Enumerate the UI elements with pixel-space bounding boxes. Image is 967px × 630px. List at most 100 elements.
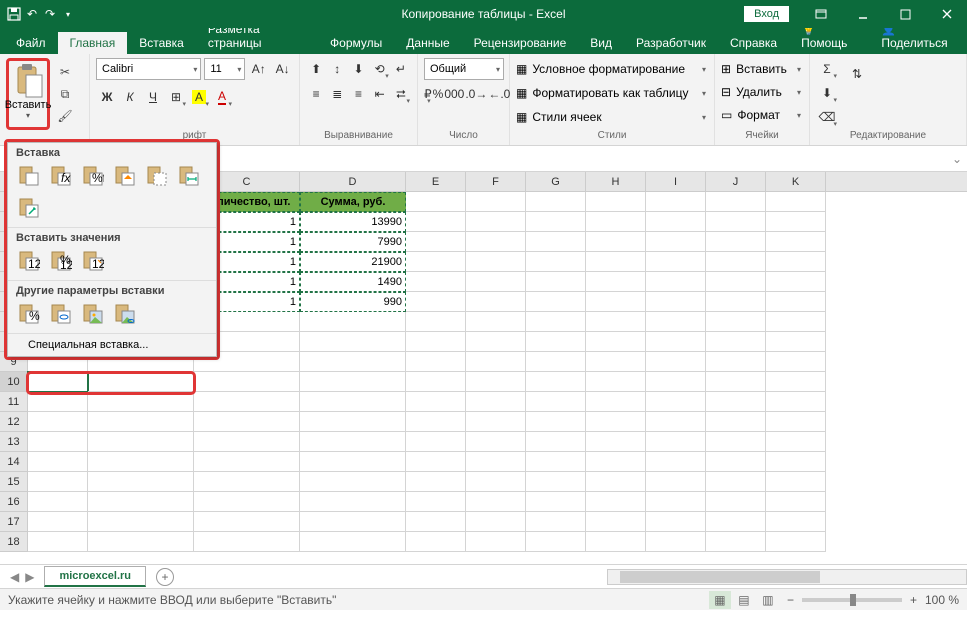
- col-header[interactable]: E: [406, 172, 466, 191]
- cell[interactable]: [526, 472, 586, 492]
- paste-values-icon[interactable]: 123: [16, 248, 42, 274]
- cell[interactable]: [466, 232, 526, 252]
- currency-icon[interactable]: ₽: [424, 83, 432, 105]
- cut-icon[interactable]: ✂: [55, 63, 75, 81]
- cell[interactable]: [766, 252, 826, 272]
- cell[interactable]: [466, 432, 526, 452]
- decrease-indent-icon[interactable]: ⇤: [370, 83, 390, 105]
- cell[interactable]: [706, 512, 766, 532]
- cell[interactable]: 7990: [300, 232, 406, 252]
- cell[interactable]: [88, 532, 194, 552]
- sheet-tab[interactable]: microexcel.ru: [44, 566, 146, 587]
- normal-view-icon[interactable]: ▦: [709, 591, 731, 609]
- cell[interactable]: [466, 532, 526, 552]
- cell[interactable]: [406, 392, 466, 412]
- cell[interactable]: [586, 332, 646, 352]
- cell[interactable]: [526, 272, 586, 292]
- align-center-icon[interactable]: ≣: [327, 83, 347, 105]
- col-header[interactable]: F: [466, 172, 526, 191]
- row-header[interactable]: 16: [0, 492, 28, 512]
- tab-home[interactable]: Главная: [58, 32, 128, 54]
- page-break-view-icon[interactable]: ▥: [757, 591, 779, 609]
- cell[interactable]: [706, 192, 766, 212]
- maximize-icon[interactable]: [885, 0, 925, 28]
- conditional-formatting-button[interactable]: ▦Условное форматирование: [516, 58, 708, 80]
- cell[interactable]: [88, 492, 194, 512]
- row-header[interactable]: 17: [0, 512, 28, 532]
- cell[interactable]: [586, 472, 646, 492]
- cell[interactable]: [88, 392, 194, 412]
- cell[interactable]: [194, 492, 300, 512]
- cell[interactable]: [28, 452, 88, 472]
- tab-view[interactable]: Вид: [578, 32, 624, 54]
- row-header[interactable]: 14: [0, 452, 28, 472]
- cell[interactable]: 21900: [300, 252, 406, 272]
- cell[interactable]: [88, 472, 194, 492]
- cell[interactable]: [646, 192, 706, 212]
- cell[interactable]: 990: [300, 292, 406, 312]
- cell[interactable]: [526, 292, 586, 312]
- cell[interactable]: [526, 312, 586, 332]
- cell[interactable]: [526, 512, 586, 532]
- cell[interactable]: [766, 352, 826, 372]
- cell[interactable]: [646, 292, 706, 312]
- number-format-combo[interactable]: Общий: [424, 58, 504, 80]
- font-name-combo[interactable]: Calibri: [96, 58, 201, 80]
- zoom-out-icon[interactable]: −: [787, 593, 794, 607]
- cell[interactable]: [466, 332, 526, 352]
- row-header[interactable]: 12: [0, 412, 28, 432]
- paste-all-icon[interactable]: [16, 163, 42, 189]
- cell[interactable]: [706, 252, 766, 272]
- zoom-in-icon[interactable]: +: [910, 593, 917, 607]
- tab-file[interactable]: Файл: [4, 32, 58, 54]
- cell[interactable]: [766, 472, 826, 492]
- cell[interactable]: [194, 452, 300, 472]
- paste-formulas-icon[interactable]: fx: [48, 163, 74, 189]
- cell[interactable]: [300, 512, 406, 532]
- cell[interactable]: [466, 492, 526, 512]
- cell[interactable]: [706, 432, 766, 452]
- cell[interactable]: [194, 512, 300, 532]
- cell[interactable]: [406, 432, 466, 452]
- copy-icon[interactable]: ⧉: [55, 85, 75, 103]
- cell[interactable]: [646, 532, 706, 552]
- cell[interactable]: [194, 392, 300, 412]
- cell[interactable]: [646, 432, 706, 452]
- cell[interactable]: [300, 372, 406, 392]
- cell[interactable]: [646, 512, 706, 532]
- merge-icon[interactable]: ⮂: [391, 83, 411, 105]
- col-header[interactable]: K: [766, 172, 826, 191]
- fill-color-icon[interactable]: A: [188, 86, 210, 108]
- percent-icon[interactable]: %: [433, 83, 444, 105]
- cell[interactable]: [28, 512, 88, 532]
- cell[interactable]: [646, 412, 706, 432]
- cell[interactable]: [646, 212, 706, 232]
- cell[interactable]: [706, 372, 766, 392]
- comma-icon[interactable]: 000: [444, 83, 464, 105]
- paste-transpose-icon[interactable]: [16, 195, 42, 221]
- cell[interactable]: [706, 272, 766, 292]
- paste-button[interactable]: Вставить ▾: [6, 58, 50, 130]
- cell[interactable]: [406, 312, 466, 332]
- cell[interactable]: [526, 252, 586, 272]
- decrease-decimal-icon[interactable]: ←.0: [488, 83, 510, 105]
- tab-formulas[interactable]: Формулы: [318, 32, 394, 54]
- cell[interactable]: [406, 292, 466, 312]
- cell[interactable]: [706, 412, 766, 432]
- cell[interactable]: [766, 512, 826, 532]
- cell[interactable]: [586, 452, 646, 472]
- next-sheet-icon[interactable]: ▶: [25, 570, 34, 584]
- cell[interactable]: [194, 532, 300, 552]
- col-header[interactable]: D: [300, 172, 406, 191]
- cell[interactable]: [526, 332, 586, 352]
- cell[interactable]: [766, 492, 826, 512]
- cell[interactable]: [28, 392, 88, 412]
- cell[interactable]: [646, 452, 706, 472]
- signin-button[interactable]: Вход: [744, 6, 789, 22]
- cell[interactable]: [406, 472, 466, 492]
- cell[interactable]: [586, 392, 646, 412]
- cell[interactable]: [300, 492, 406, 512]
- tab-review[interactable]: Рецензирование: [462, 32, 579, 54]
- paste-keep-source-icon[interactable]: [112, 163, 138, 189]
- cell[interactable]: [466, 512, 526, 532]
